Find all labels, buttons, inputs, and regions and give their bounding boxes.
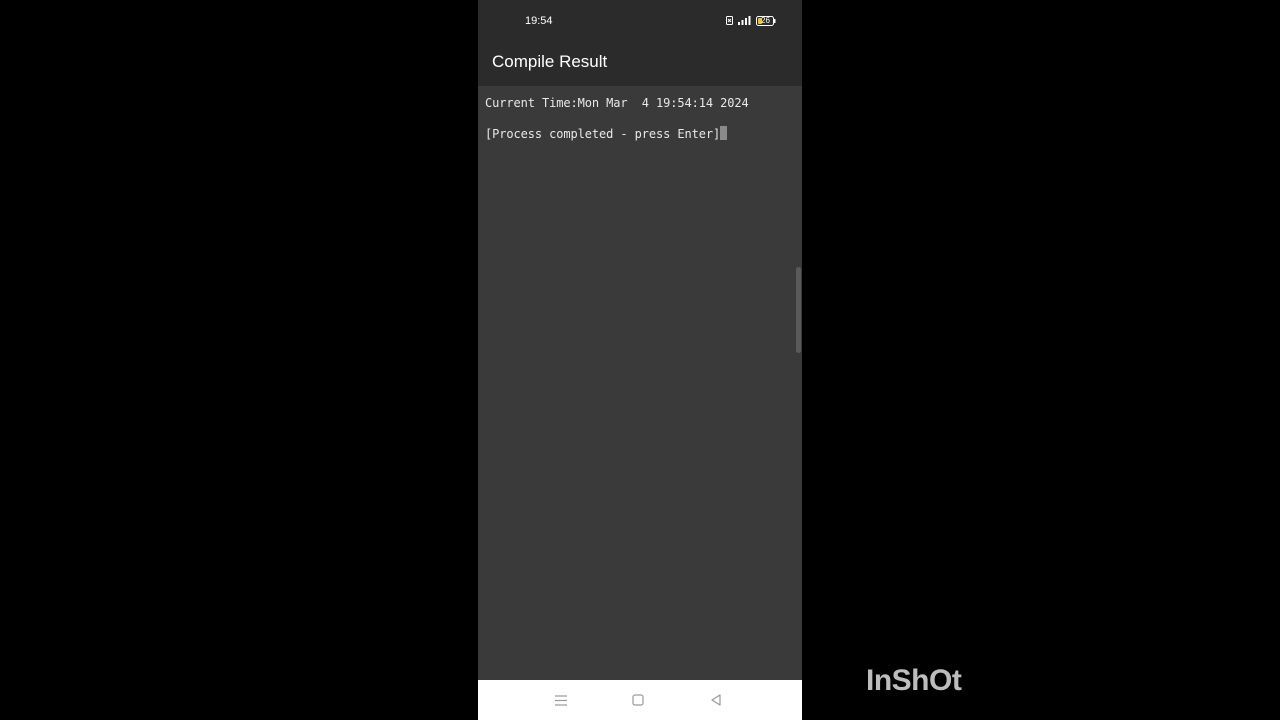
status-bar: 19:54 26 <box>478 0 802 42</box>
battery-icon: 26 <box>756 16 776 26</box>
navigation-bar <box>478 680 802 720</box>
home-icon[interactable] <box>630 692 646 708</box>
page-title: Compile Result <box>492 52 608 71</box>
text-cursor <box>720 126 728 140</box>
video-frame: 19:54 26 Compile Result Current Time:Mon… <box>0 0 1280 720</box>
output-line-process-completed: [Process completed - press Enter] <box>485 126 728 141</box>
terminal-output[interactable]: Current Time:Mon Mar 4 19:54:14 2024 [Pr… <box>478 86 802 680</box>
scrollbar[interactable] <box>796 267 801 353</box>
status-icons: 26 <box>726 15 776 27</box>
status-time: 19:54 <box>525 15 553 27</box>
menu-icon[interactable] <box>553 692 569 708</box>
app-bar: Compile Result <box>478 42 802 86</box>
sim-icon <box>726 12 733 30</box>
output-line-current-time: Current Time:Mon Mar 4 19:54:14 2024 <box>485 96 749 110</box>
phone-screen: 19:54 26 Compile Result Current Time:Mon… <box>478 0 802 720</box>
signal-icon <box>738 12 751 30</box>
battery-level: 26 <box>761 16 770 25</box>
back-icon[interactable] <box>708 692 724 708</box>
inshot-watermark: InShOt <box>866 664 962 697</box>
process-completed-text: [Process completed - press Enter] <box>485 127 721 141</box>
